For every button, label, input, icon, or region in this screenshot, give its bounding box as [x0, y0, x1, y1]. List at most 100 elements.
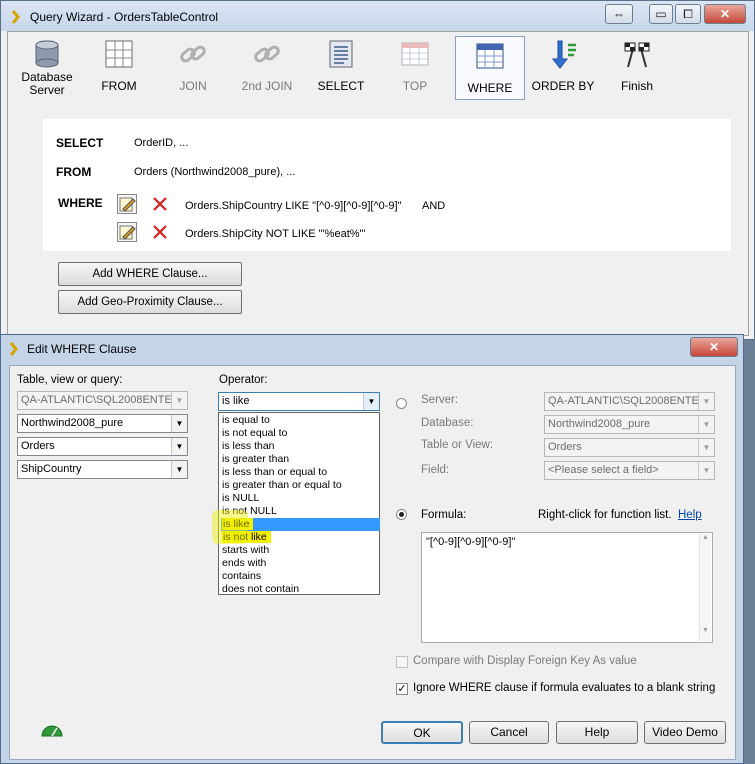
where-keyword: WHERE: [58, 196, 103, 210]
operator-option[interactable]: does not contain: [221, 583, 380, 596]
toolbar-label: ORDER BY: [531, 79, 595, 93]
formula-textarea[interactable]: "[^0-9][^0-9][^0-9]" ▲ ▼: [421, 532, 713, 643]
delete-clause-2-button[interactable]: [150, 222, 170, 242]
window-title: Query Wizard - OrdersTableControl: [30, 10, 219, 24]
toolbar-database-server[interactable]: Database Server: [13, 35, 81, 101]
toolbar-join[interactable]: JOIN: [159, 35, 227, 101]
table-view-query-label: Table, view or query:: [17, 374, 123, 386]
edit-clause-1-button[interactable]: [117, 194, 137, 214]
operator-option[interactable]: contains: [221, 570, 380, 583]
table-icon: [400, 39, 430, 69]
minimize-button[interactable]: ▭: [649, 4, 673, 24]
dialog-close-button[interactable]: ✕: [690, 337, 738, 357]
left-field-value: ShipCountry: [21, 463, 82, 475]
operator-option[interactable]: is equal to: [221, 414, 380, 427]
left-database-select[interactable]: Northwind2008_pure ▼: [17, 414, 188, 433]
list-icon: [326, 39, 356, 69]
operator-option[interactable]: is NULL: [221, 492, 380, 505]
delete-clause-1-button[interactable]: [150, 194, 170, 214]
chevron-down-icon: ▼: [698, 439, 714, 456]
formula-radio[interactable]: [396, 509, 407, 520]
operator-option[interactable]: is not equal to: [221, 427, 380, 440]
where-clause-2: Orders.ShipCity NOT LIKE "'%eat%'": [185, 228, 366, 240]
delete-x-icon: [153, 225, 167, 239]
chevron-down-icon: ▼: [171, 392, 187, 409]
operator-select[interactable]: is like ▼: [218, 392, 380, 411]
and-connector[interactable]: AND: [422, 200, 445, 212]
filter-grid-icon: [475, 41, 505, 71]
chain-link-icon: [178, 39, 208, 69]
operator-label: Operator:: [219, 374, 268, 386]
right-database-select: Northwind2008_pure ▼: [544, 415, 715, 434]
add-geo-proximity-button[interactable]: Add Geo-Proximity Clause...: [58, 290, 242, 314]
left-server-value: QA-ATLANTIC\SQL2008ENTE: [21, 394, 172, 406]
operator-option[interactable]: is less than: [221, 440, 380, 453]
right-table-value: Orders: [548, 441, 582, 453]
maximize-button[interactable]: ⧠: [675, 4, 701, 24]
formula-scrollbar[interactable]: ▲ ▼: [699, 534, 711, 641]
left-table-value: Orders: [21, 440, 55, 452]
left-server-select: QA-ATLANTIC\SQL2008ENTE ▼: [17, 391, 188, 410]
chevron-down-icon: ▼: [698, 393, 714, 410]
toolbar-finish[interactable]: Finish: [603, 35, 671, 101]
sort-arrow-icon: [548, 39, 578, 69]
toolbar-select[interactable]: SELECT: [307, 35, 375, 101]
edit-clause-2-button[interactable]: [117, 222, 137, 242]
operator-option[interactable]: is greater than: [221, 453, 380, 466]
chevron-down-icon: ▼: [698, 462, 714, 479]
toolbar-2nd-join[interactable]: 2nd JOIN: [233, 35, 301, 101]
toolbar-label: 2nd JOIN: [241, 79, 293, 93]
toolbar-order-by[interactable]: ORDER BY: [529, 35, 597, 101]
operator-option[interactable]: ends with: [221, 557, 380, 570]
operator-option[interactable]: is less than or equal to: [221, 466, 380, 479]
left-field-select[interactable]: ShipCountry ▼: [17, 460, 188, 479]
left-table-select[interactable]: Orders ▼: [17, 437, 188, 456]
right-server-value: QA-ATLANTIC\SQL2008ENTE: [548, 395, 699, 407]
function-list-hint: Right-click for function list.: [538, 509, 672, 521]
chevron-down-icon[interactable]: ▼: [171, 461, 187, 478]
chevron-down-icon[interactable]: ▼: [171, 415, 187, 432]
toolbar-label: Server: [29, 83, 65, 97]
left-database-value: Northwind2008_pure: [21, 417, 124, 429]
delete-x-icon: [153, 197, 167, 211]
chevron-down-icon[interactable]: ▼: [363, 393, 379, 410]
toolbar-top[interactable]: TOP: [381, 35, 449, 101]
ok-button[interactable]: OK: [381, 721, 463, 744]
cancel-button[interactable]: Cancel: [469, 721, 549, 744]
toolbar-label: TOP: [402, 79, 428, 93]
chain-link-icon: [252, 39, 282, 69]
ignore-blank-checkbox[interactable]: ✓: [396, 683, 408, 695]
toolbar-label: SELECT: [317, 79, 365, 93]
compare-fk-checkbox: [396, 656, 408, 668]
help-button[interactable]: Help: [556, 721, 638, 744]
toolbar-label: Finish: [620, 79, 653, 93]
from-keyword: FROM: [56, 165, 92, 179]
toolbar-from[interactable]: FROM: [85, 35, 153, 101]
formula-value: "[^0-9][^0-9][^0-9]": [426, 536, 516, 548]
toolbar-where[interactable]: WHERE: [455, 36, 525, 100]
operator-option[interactable]: starts with: [221, 544, 380, 557]
yellow-highlight-mark: [212, 510, 248, 544]
status-gauge-icon: [41, 725, 63, 737]
chevron-down-icon[interactable]: ▼: [171, 438, 187, 455]
database-label: Database:: [421, 417, 474, 429]
where-clause-1: Orders.ShipCountry LIKE "[^0-9][^0-9][^0…: [185, 200, 402, 212]
right-database-value: Northwind2008_pure: [548, 418, 651, 430]
app-logo-icon: [11, 10, 20, 24]
operator-dropdown-list: is equal to is not equal to is less than…: [218, 412, 380, 595]
close-button[interactable]: ✕: [704, 4, 746, 24]
video-demo-button[interactable]: Video Demo: [644, 721, 726, 744]
add-where-clause-button[interactable]: Add WHERE Clause...: [58, 262, 242, 286]
compare-fk-label: Compare with Display Foreign Key As valu…: [413, 655, 637, 667]
checkered-flags-icon: [622, 39, 652, 69]
table-or-view-label: Table or View:: [421, 439, 494, 451]
app-logo-icon: [9, 342, 18, 356]
formula-label: Formula:: [421, 509, 467, 521]
help-link[interactable]: Help: [678, 509, 702, 521]
operator-option[interactable]: is greater than or equal to: [221, 479, 380, 492]
title-bar[interactable]: Query Wizard - OrdersTableControl ⇔ ▭ ⧠ …: [1, 1, 754, 31]
edit-pencil-icon: [119, 197, 136, 212]
right-server-select: QA-ATLANTIC\SQL2008ENTE ▼: [544, 392, 715, 411]
field-source-radio[interactable]: [396, 398, 407, 409]
restore-size-button[interactable]: ⇔: [605, 4, 633, 24]
